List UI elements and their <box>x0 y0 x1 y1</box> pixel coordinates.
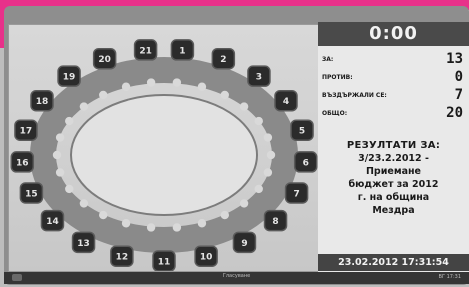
seat-7[interactable]: 7 <box>284 182 309 204</box>
seat-number: 16 <box>16 158 29 168</box>
resolution-line-1: 3/23.2.2012 - <box>358 153 429 164</box>
seat-17[interactable]: 17 <box>14 119 38 141</box>
seat-number: 1 <box>179 46 185 56</box>
taskbar: Гласуване ВГ 17:31 <box>4 272 469 284</box>
vazd-count: 7 <box>454 87 463 103</box>
taskbar-clock: ВГ 17:31 <box>438 274 461 280</box>
seat-indicator-dot <box>79 199 89 208</box>
seat-indicator-dot <box>172 78 182 87</box>
seat-indicator-dot <box>263 133 273 142</box>
center-table <box>70 94 258 216</box>
seat-indicator-dot <box>239 199 249 208</box>
seat-number: 10 <box>200 253 213 263</box>
seat-12[interactable]: 12 <box>110 245 134 267</box>
seat-number: 7 <box>293 189 299 199</box>
za-count: 13 <box>446 51 463 67</box>
seat-15[interactable]: 15 <box>19 182 44 204</box>
seat-11[interactable]: 11 <box>152 250 176 271</box>
seat-number: 21 <box>139 46 152 56</box>
row-protiv: ПРОТИВ: 0 <box>322 69 465 86</box>
seat-indicator-dot <box>121 219 131 228</box>
row-obshto: ОБЩО: 20 <box>322 105 465 122</box>
taskbar-window-title[interactable]: Гласуване <box>4 273 469 279</box>
resolution-line-5: Мездра <box>372 205 415 216</box>
seat-indicator-dot <box>121 82 131 91</box>
seat-20[interactable]: 20 <box>92 47 117 70</box>
vote-timer: 0:00 <box>318 22 469 46</box>
results-panel: 0:00 ЗА: 13 ПРОТИВ: 0 ВЪЗДЪРЖАЛИ СЕ: 7 О… <box>318 22 469 272</box>
resolution-title: РЕЗУЛТАТИ ЗА: <box>346 140 441 151</box>
seat-indicator-dot <box>197 82 207 91</box>
seat-14[interactable]: 14 <box>40 209 65 232</box>
seat-number: 17 <box>20 127 33 137</box>
seat-indicator-dot <box>197 219 207 228</box>
seat-indicator-dot <box>79 102 89 111</box>
seat-number: 20 <box>98 55 111 65</box>
seat-number: 14 <box>46 217 59 227</box>
seat-indicator-dot <box>55 168 65 177</box>
seat-number: 8 <box>272 217 278 227</box>
obshto-count: 20 <box>446 105 463 121</box>
seat-2[interactable]: 2 <box>211 47 236 70</box>
seat-indicator-dot <box>99 90 108 100</box>
seat-number: 12 <box>116 253 129 263</box>
app-window: 1 2 3 4 5 6 7 8 9 10 11 12 13 14 15 16 17 18 19 20 21 0:00 З… <box>0 0 469 287</box>
hall-diagram: 123456789101112131415161718192021 <box>10 39 318 271</box>
row-za: ЗА: 13 <box>322 51 465 68</box>
obshto-label: ОБЩО: <box>322 110 348 117</box>
seat-number: 6 <box>303 158 309 168</box>
seat-4[interactable]: 4 <box>274 89 298 112</box>
seat-indicator-dot <box>239 102 249 111</box>
seat-indicator-dot <box>55 133 65 142</box>
seat-indicator-dot <box>146 78 156 87</box>
za-label: ЗА: <box>322 56 334 63</box>
seat-number: 18 <box>36 97 49 107</box>
seat-number: 19 <box>63 73 76 83</box>
seat-indicator-dot <box>266 150 276 160</box>
seat-21[interactable]: 21 <box>133 39 158 61</box>
resolution-line-4: г. на община <box>357 192 430 203</box>
seat-indicator-dot <box>220 90 229 100</box>
seat-number: 3 <box>256 73 262 83</box>
seat-number: 15 <box>25 189 38 199</box>
seat-3[interactable]: 3 <box>247 65 271 87</box>
seat-indicator-dot <box>65 116 74 126</box>
seat-13[interactable]: 13 <box>71 231 96 254</box>
protiv-label: ПРОТИВ: <box>322 74 353 81</box>
protiv-count: 0 <box>454 69 463 85</box>
date-time-bar: 23.02.2012 17:31:54 <box>318 254 469 271</box>
resolution-block: РЕЗУЛТАТИ ЗА: 3/23.2.2012 - Приемане бюд… <box>322 140 465 217</box>
seat-indicator-dot <box>263 168 273 177</box>
seat-1[interactable]: 1 <box>170 39 195 61</box>
seat-number: 13 <box>77 239 90 249</box>
seat-indicator-dot <box>254 184 263 194</box>
seat-number: 2 <box>220 55 226 65</box>
seat-indicator-dot <box>146 223 156 232</box>
seat-10[interactable]: 10 <box>194 245 218 267</box>
seat-6[interactable]: 6 <box>293 151 318 173</box>
seat-indicator-dot <box>65 184 74 194</box>
seat-indicator-dot <box>254 116 263 126</box>
seat-19[interactable]: 19 <box>57 65 81 87</box>
vazd-label: ВЪЗДЪРЖАЛИ СЕ: <box>322 92 387 99</box>
row-vazd: ВЪЗДЪРЖАЛИ СЕ: 7 <box>322 87 465 104</box>
resolution-line-3: бюджет за 2012 <box>348 179 439 190</box>
seat-5[interactable]: 5 <box>290 119 314 141</box>
seat-8[interactable]: 8 <box>263 209 288 232</box>
seat-16[interactable]: 16 <box>10 151 35 173</box>
seat-9[interactable]: 9 <box>232 231 257 254</box>
council-hall-view: 1 2 3 4 5 6 7 8 9 10 11 12 13 14 15 16 17 18 19 20 21 <box>8 24 320 272</box>
seat-indicator-dot <box>99 210 108 220</box>
seat-indicator-dot <box>172 223 182 232</box>
seat-number: 9 <box>241 239 247 249</box>
seat-18[interactable]: 18 <box>30 89 54 112</box>
resolution-line-2: Приемане <box>365 166 422 177</box>
seat-number: 11 <box>158 258 171 268</box>
seat-number: 5 <box>299 127 305 137</box>
seat-indicator-dot <box>52 150 62 160</box>
seat-indicator-dot <box>220 210 229 220</box>
seat-number: 4 <box>283 97 289 107</box>
